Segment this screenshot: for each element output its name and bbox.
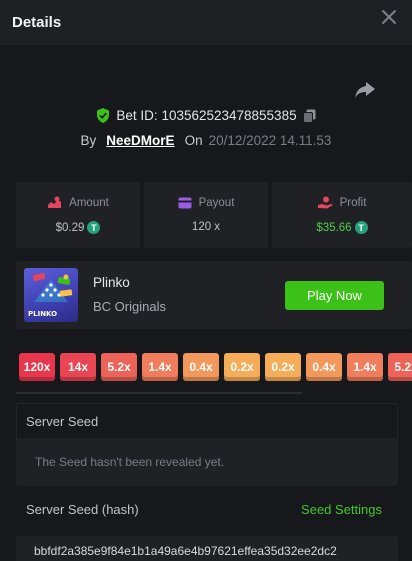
usdt-icon: T bbox=[87, 221, 101, 234]
profit-stat: Profit $35.66 T bbox=[272, 182, 412, 248]
multiplier-slot[interactable]: 1.4x bbox=[142, 353, 178, 381]
amount-stat: Amount $0.29 T bbox=[16, 182, 140, 248]
amount-value: $0.29 bbox=[55, 221, 85, 234]
server-seed-hash-text: bbfdf2a385e9f84e1b1a49a6e4b97621effea35d… bbox=[34, 544, 337, 558]
bet-date: 20/12/2022 14.11.53 bbox=[208, 133, 332, 148]
bet-id-value: 103562523478855385 bbox=[161, 108, 297, 123]
multiplier-slot[interactable]: 5.2x bbox=[101, 353, 137, 381]
game-name: Plinko bbox=[93, 275, 130, 290]
multiplier-slot[interactable]: 120x bbox=[19, 353, 55, 381]
payout-label: Payout bbox=[198, 197, 235, 209]
multiplier-scroll-indicator[interactable] bbox=[16, 392, 302, 394]
on-label: On bbox=[184, 133, 203, 148]
server-seed-label: Server Seed bbox=[26, 414, 99, 429]
coins-icon bbox=[48, 196, 62, 208]
close-icon[interactable] bbox=[380, 8, 398, 26]
server-seed-value: The Seed hasn't been revealed yet. bbox=[16, 438, 398, 486]
multiplier-slot[interactable]: 0.4x bbox=[183, 353, 219, 381]
usdt-icon: T bbox=[354, 221, 368, 234]
username-link[interactable]: NeeDMorE bbox=[106, 133, 174, 148]
multiplier-slot[interactable]: 5.2x bbox=[388, 353, 412, 381]
bet-author-row: By NeeDMorE On 20/12/2022 14.11.53 bbox=[0, 133, 412, 148]
verified-shield-icon bbox=[97, 108, 110, 123]
payout-stat: Payout 120 x bbox=[144, 182, 268, 248]
multiplier-slot[interactable]: 0.2x bbox=[265, 353, 301, 381]
copy-icon[interactable] bbox=[302, 109, 316, 123]
server-seed-text: The Seed hasn't been revealed yet. bbox=[35, 455, 225, 469]
details-header: Details bbox=[0, 0, 412, 45]
page-title: Details bbox=[12, 14, 62, 31]
profit-value: $35.66 bbox=[316, 221, 352, 234]
multiplier-slot[interactable]: 14x bbox=[60, 353, 96, 381]
multiplier-slot[interactable]: 0.4x bbox=[306, 353, 342, 381]
amount-label: Amount bbox=[69, 196, 109, 209]
by-label: By bbox=[80, 133, 97, 148]
seed-settings-link[interactable]: Seed Settings bbox=[301, 502, 382, 517]
server-seed-hash-value[interactable]: bbfdf2a385e9f84e1b1a49a6e4b97621effea35d… bbox=[16, 536, 398, 561]
bet-id-label: Bet ID: bbox=[116, 108, 158, 123]
multiplier-slot[interactable]: 1.4x bbox=[347, 353, 383, 381]
multiplier-row: 120x 14x 5.2x 1.4x 0.4x 0.2x 0.2x 0.4x 1… bbox=[16, 353, 412, 381]
bet-stats: Amount $0.29 T Payout 120 x Profit $35.6… bbox=[16, 182, 412, 248]
payout-value: 120 x bbox=[191, 221, 221, 233]
bet-id-row: Bet ID: 103562523478855385 bbox=[0, 108, 412, 123]
multiplier-slot[interactable]: 0.2x bbox=[224, 353, 260, 381]
game-provider: BC Originals bbox=[93, 299, 166, 314]
wallet-icon bbox=[178, 197, 192, 209]
plinko-thumbnail[interactable]: PLINKO bbox=[24, 268, 78, 322]
thumbnail-title: PLINKO bbox=[28, 310, 58, 318]
play-now-button[interactable]: Play Now bbox=[285, 281, 384, 310]
game-card: PLINKO Plinko BC Originals Play Now bbox=[16, 261, 412, 329]
server-seed-hash-label: Server Seed (hash) bbox=[26, 502, 139, 517]
profit-hand-icon bbox=[317, 196, 333, 209]
share-icon[interactable] bbox=[354, 80, 376, 100]
profit-label: Profit bbox=[339, 196, 367, 209]
